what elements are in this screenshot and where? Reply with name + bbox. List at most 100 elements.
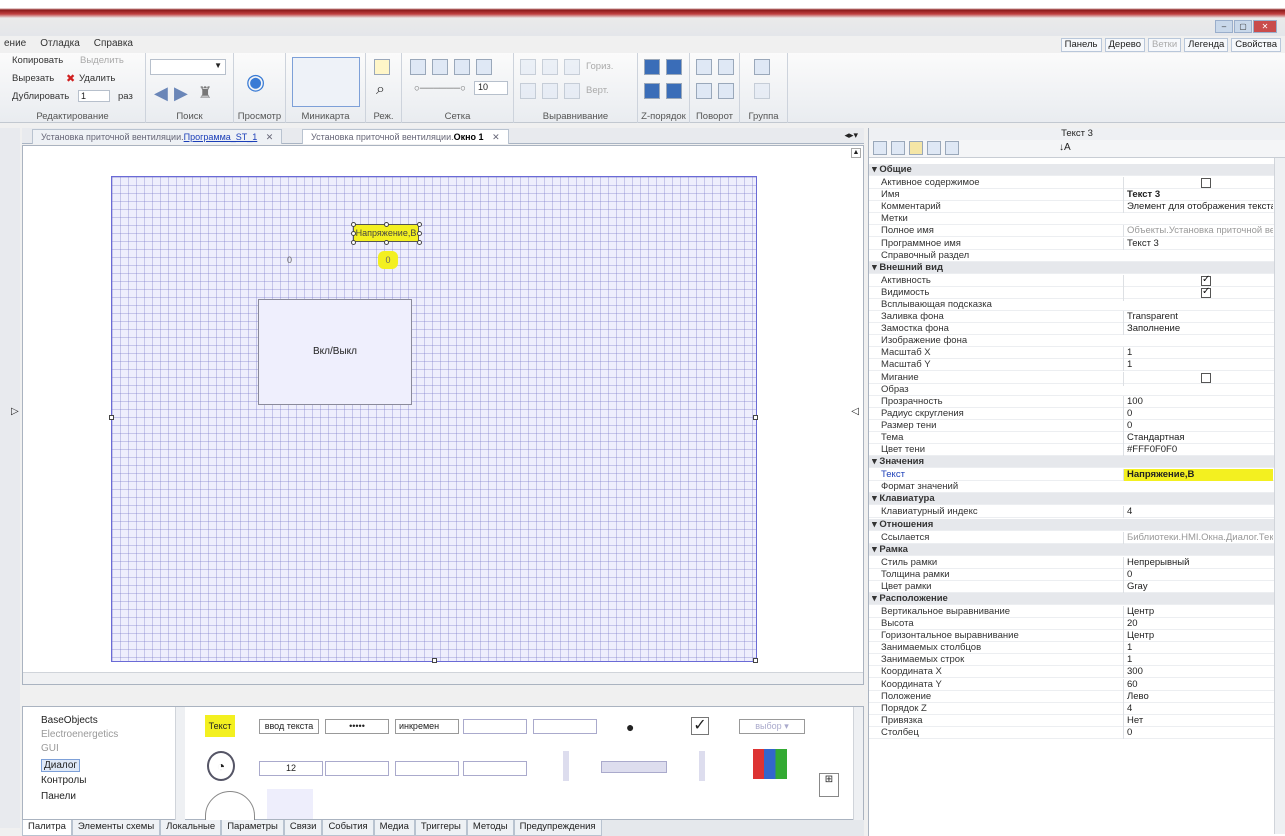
wrench-icon[interactable] xyxy=(945,141,959,155)
property-row[interactable]: Активность xyxy=(869,274,1274,289)
rotate-right-icon[interactable] xyxy=(718,59,734,75)
minimize-button[interactable]: – xyxy=(1215,20,1233,33)
grid-size-input[interactable]: 10 xyxy=(474,81,508,95)
palette-radio[interactable]: ● xyxy=(626,719,634,735)
property-row[interactable]: Масштаб Y 1 xyxy=(869,359,1274,372)
resize-handle[interactable] xyxy=(384,222,389,227)
bring-front-icon[interactable] xyxy=(644,59,660,75)
tree-item-controls[interactable]: Контролы xyxy=(41,775,86,786)
grid-resize-handle[interactable] xyxy=(432,658,437,663)
menu-item-debug[interactable]: Отладка xyxy=(40,38,80,52)
tab-scheme-elements[interactable]: Элементы схемы xyxy=(71,820,161,836)
property-row[interactable]: Вертикальное выравнивание Центр xyxy=(869,605,1274,618)
grid-resize-handle[interactable] xyxy=(753,415,758,420)
search-combo[interactable]: ▼ xyxy=(150,59,226,75)
delete-button[interactable]: Удалить xyxy=(79,73,115,84)
property-value[interactable]: 1 xyxy=(1123,347,1273,360)
property-value[interactable]: 60 xyxy=(1123,678,1273,691)
property-row[interactable]: Мигание xyxy=(869,371,1274,386)
property-row[interactable]: Занимаемых столбцов 1 xyxy=(869,642,1274,655)
property-value[interactable]: 4 xyxy=(1123,702,1273,715)
property-category[interactable]: ▾ Отношения xyxy=(869,518,1274,531)
zoom-icon[interactable]: ⌕ xyxy=(376,81,385,99)
preview-icon[interactable]: ◉ xyxy=(246,69,265,95)
property-value[interactable]: Gray xyxy=(1123,580,1273,593)
grid-toggle-icon[interactable] xyxy=(410,59,426,75)
tree-item-gui[interactable]: GUI xyxy=(41,743,59,754)
send-backward-icon[interactable] xyxy=(666,83,682,99)
palette-password[interactable]: ••••• xyxy=(325,719,389,734)
property-value[interactable]: 0 xyxy=(1123,726,1273,739)
property-value[interactable]: Непрерывный xyxy=(1123,556,1273,569)
property-value[interactable]: 0 xyxy=(1123,568,1273,581)
align-center-icon[interactable] xyxy=(542,59,558,75)
categorized-icon[interactable] xyxy=(873,141,887,155)
cut-button[interactable]: Вырезать xyxy=(12,73,54,84)
resize-handle[interactable] xyxy=(417,231,422,236)
property-row[interactable]: Полное имя Объекты.Установка приточной ве xyxy=(869,225,1274,238)
align-bottom-icon[interactable] xyxy=(564,83,580,99)
tab-palette[interactable]: Палитра xyxy=(22,820,72,836)
property-value[interactable]: Нет xyxy=(1123,714,1273,727)
forward-icon[interactable]: ▶ xyxy=(174,83,188,104)
property-row[interactable]: Столбец 0 xyxy=(869,726,1274,739)
duplicate-button[interactable]: Дублировать xyxy=(12,91,69,102)
property-row[interactable]: Цвет рамки Gray xyxy=(869,580,1274,593)
property-row[interactable]: Тема Стандартная xyxy=(869,432,1274,444)
scroll-up-icon[interactable]: ▲ xyxy=(851,148,861,158)
property-value[interactable]: 300 xyxy=(1123,666,1273,679)
duplicate-count-input[interactable]: 1 xyxy=(78,90,110,102)
palette-color-picker[interactable] xyxy=(753,749,787,779)
tab-triggers[interactable]: Триггеры xyxy=(414,820,467,836)
back-icon[interactable]: ◀ xyxy=(154,83,168,104)
collapse-right-icon[interactable]: ◁ xyxy=(851,406,859,417)
property-row[interactable]: Координата Y 60 xyxy=(869,678,1274,691)
window-grid[interactable]: Напряжение,В 0 0 Вкл/Выкл xyxy=(109,176,758,663)
palette-empty-1[interactable] xyxy=(463,719,527,734)
unchecked-icon[interactable] xyxy=(1201,372,1211,383)
palette-scrollbar[interactable] xyxy=(175,707,185,821)
tree-item-dialog[interactable]: Диалог xyxy=(41,759,81,772)
palette-vslider[interactable] xyxy=(563,751,569,781)
grid-resize-handle[interactable] xyxy=(109,415,114,420)
grid-view-icon[interactable] xyxy=(891,141,905,155)
property-value[interactable]: Напряжение,В xyxy=(1123,469,1273,482)
resize-handle[interactable] xyxy=(417,222,422,227)
property-value[interactable]: #FFF0F0F0 xyxy=(1123,444,1273,457)
horizontal-distribute[interactable]: Гориз. xyxy=(586,61,613,72)
property-row[interactable]: Имя Текст 3 xyxy=(869,189,1274,202)
property-row[interactable]: Справочный раздел xyxy=(869,250,1274,262)
property-row[interactable]: Занимаемых строк 1 xyxy=(869,654,1274,667)
property-value[interactable]: Элемент для отображения текста xyxy=(1123,201,1273,214)
palette-panel-item[interactable] xyxy=(267,789,313,819)
property-row[interactable]: Видимость xyxy=(869,286,1274,301)
vertical-distribute[interactable]: Верт. xyxy=(586,85,609,96)
property-row[interactable]: Активное содержимое xyxy=(869,177,1274,191)
palette-increment[interactable]: инкремен xyxy=(395,719,459,734)
tab-program[interactable]: Установка приточной вентиляции.Программа… xyxy=(32,129,283,144)
property-row[interactable]: Координата X 300 xyxy=(869,666,1274,679)
align-middle-icon[interactable] xyxy=(542,83,558,99)
flip-v-icon[interactable] xyxy=(718,83,734,99)
menu-item-help[interactable]: Справка xyxy=(94,38,133,52)
properties-scrollbar[interactable] xyxy=(1274,158,1285,834)
palette-clock-icon[interactable]: ◔ xyxy=(207,751,235,781)
rotate-left-icon[interactable] xyxy=(696,59,712,75)
property-row[interactable]: Текст Напряжение,В xyxy=(869,469,1274,482)
select-button[interactable]: Выделить xyxy=(80,55,124,66)
tab-methods[interactable]: Методы xyxy=(466,820,514,836)
palette-vscroll[interactable] xyxy=(699,751,705,781)
palette-grid-icon[interactable]: ⊞ xyxy=(819,773,839,797)
close-button[interactable]: ✕ xyxy=(1253,20,1277,33)
property-row[interactable]: Программное имя Текст 3 xyxy=(869,237,1274,250)
grid-lines-icon[interactable] xyxy=(454,59,470,75)
property-value[interactable]: Текст 3 xyxy=(1123,237,1273,250)
property-value[interactable]: Библиотеки.HMI.Окна.Диалог.Текс xyxy=(1123,531,1273,544)
tab-events[interactable]: События xyxy=(322,820,374,836)
property-row[interactable]: Размер тени 0 xyxy=(869,419,1274,432)
palette-numeric[interactable] xyxy=(325,761,389,776)
close-icon[interactable]: ✕ xyxy=(266,132,274,142)
tab-scroll-icon[interactable]: ◂▸▾ xyxy=(844,130,858,141)
tab-warnings[interactable]: Предупреждения xyxy=(513,820,602,836)
property-row[interactable]: Изображение фона xyxy=(869,335,1274,348)
